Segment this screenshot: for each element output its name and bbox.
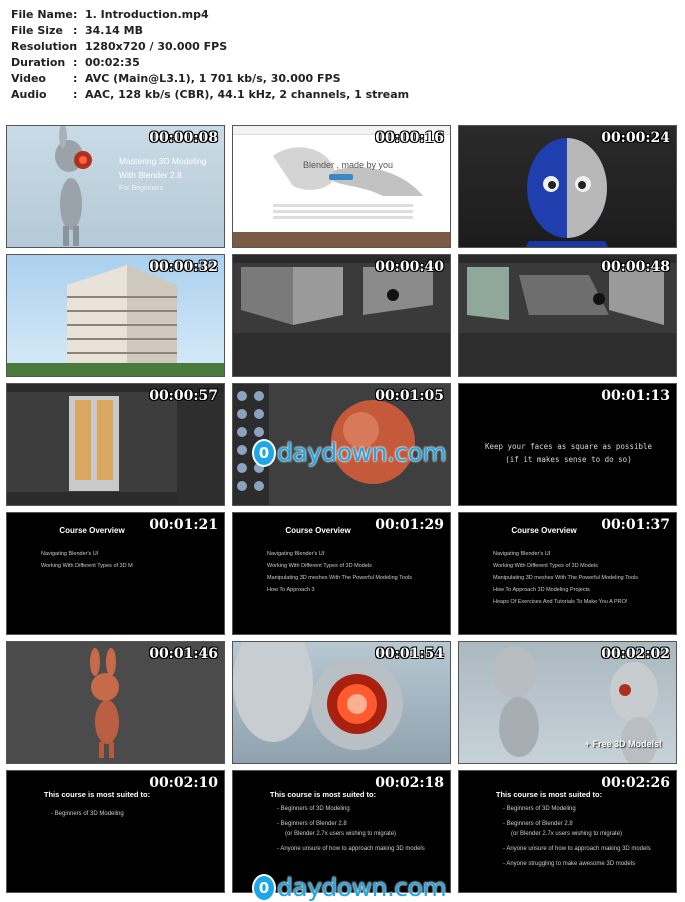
- slide-item: How To Approach 3D Modeling Projects: [493, 587, 590, 593]
- info-value: 1280x720 / 30.000 FPS: [85, 40, 228, 53]
- info-value: 00:02:35: [85, 56, 140, 69]
- slide-item: Navigating Blender's UI: [493, 551, 551, 557]
- thumbnail[interactable]: This course is most suited to: - Beginne…: [458, 770, 677, 893]
- free-models-caption: + Free 3D Models!: [584, 739, 662, 749]
- thumbnail[interactable]: 00:00:40: [232, 254, 451, 377]
- thumbnail[interactable]: 00:01:46: [6, 641, 225, 764]
- info-label: Resolution: [11, 40, 78, 53]
- timestamp: 00:01:05: [375, 388, 444, 404]
- thumbnail[interactable]: This course is most suited to: - Beginne…: [6, 770, 225, 893]
- timestamp: 00:01:21: [149, 517, 218, 533]
- slide-item: How To Approach 3: [267, 587, 315, 593]
- hero-text: Blender , made by you: [303, 160, 394, 170]
- timestamp: 00:02:10: [149, 775, 218, 791]
- video-subtitle: For Beginners: [119, 185, 163, 192]
- timestamp: 00:02:18: [375, 775, 444, 791]
- info-label: Audio: [11, 88, 47, 101]
- timestamp: 00:00:48: [601, 259, 670, 275]
- timestamp: 00:00:32: [149, 259, 218, 275]
- info-label: File Size: [11, 24, 63, 37]
- watermark-coin-icon: 0: [254, 875, 274, 900]
- watermark-text: daydown.com: [277, 873, 447, 902]
- slide-item: - Beginners of 3D Modeling: [277, 806, 350, 812]
- timestamp: 00:00:40: [375, 259, 444, 275]
- slide-item: Manipulating 3D meshes With The Powerful…: [267, 575, 413, 581]
- info-value: AVC (Main@L3.1), 1 701 kb/s, 30.000 FPS: [85, 72, 341, 85]
- slide-item: (or Blender 2.7x users wishing to migrat…: [511, 831, 623, 837]
- watermark: 0 daydown.com: [254, 438, 447, 467]
- info-label: File Name: [11, 8, 73, 21]
- tip-line: (if it makes sense to do so): [505, 455, 632, 464]
- timestamp: 00:01:46: [149, 646, 218, 662]
- slide-item: - Beginners of 3D Modeling: [51, 811, 124, 817]
- thumbnail[interactable]: 00:00:57: [6, 383, 225, 506]
- thumbnail[interactable]: Keep your faces as square as possible (i…: [458, 383, 677, 506]
- thumbnail[interactable]: Course Overview Navigating Blender's UI …: [458, 512, 677, 635]
- watermark-text: daydown.com: [277, 438, 447, 467]
- timestamp: 00:00:57: [149, 388, 218, 404]
- info-row-audio: Audio: AAC, 128 kb/s (CBR), 44.1 kHz, 2 c…: [11, 88, 410, 101]
- info-row-duration: Duration:00:02:35: [11, 56, 140, 69]
- slide-item: Working With Different Types of 3D M: [41, 563, 133, 569]
- thumbnail[interactable]: 00:00:48: [458, 254, 677, 377]
- slide-heading: This course is most suited to:: [43, 790, 151, 799]
- timestamp: 00:01:54: [375, 646, 444, 662]
- slide-item: Navigating Blender's UI: [41, 551, 99, 557]
- slide-item: Working With Different Types of 3D Model…: [267, 563, 372, 569]
- thumbnail[interactable]: Course Overview Navigating Blender's UI …: [6, 512, 225, 635]
- info-row-file-size: File Size:34.14 MB: [11, 24, 143, 37]
- slide-item: - Beginners of 3D Modeling: [503, 806, 576, 812]
- watermark: 0 daydown.com: [254, 873, 447, 902]
- info-row-resolution: Resolution:1280x720 / 30.000 FPS: [11, 40, 228, 53]
- slide-heading: This course is most suited to:: [495, 790, 603, 799]
- timestamp: 00:01:37: [601, 517, 670, 533]
- thumbnail[interactable]: Course Overview Navigating Blender's UI …: [232, 512, 451, 635]
- slide-item: - Beginners of Blender 2.8: [503, 821, 573, 827]
- timestamp: 00:02:26: [601, 775, 670, 791]
- thumbnail[interactable]: 00:00:32: [6, 254, 225, 377]
- timestamp: 00:00:08: [149, 130, 218, 146]
- info-row-video: Video: AVC (Main@L3.1), 1 701 kb/s, 30.00…: [11, 72, 341, 85]
- slide-item: - Beginners of Blender 2.8: [277, 821, 347, 827]
- video-title: Mastering 3D Modeling: [119, 156, 207, 166]
- info-value: AAC, 128 kb/s (CBR), 44.1 kHz, 2 channel…: [85, 88, 410, 101]
- slide-item: (or Blender 2.7x users wishing to migrat…: [285, 831, 397, 837]
- timestamp: 00:00:24: [601, 130, 670, 146]
- video-title-line2: With Blender 2.8: [119, 170, 182, 180]
- timestamp: 00:01:13: [601, 388, 670, 404]
- slide-heading: This course is most suited to:: [269, 790, 377, 799]
- slide-item: Navigating Blender's UI: [267, 551, 325, 557]
- info-label: Duration: [11, 56, 66, 69]
- tip-line: Keep your faces as square as possible: [484, 442, 653, 451]
- timestamp: 00:00:16: [375, 130, 444, 146]
- timestamp: 00:01:29: [375, 517, 444, 533]
- thumbnail[interactable]: Mastering 3D Modeling With Blender 2.8 F…: [6, 125, 225, 248]
- slide-item: - Anyone unsure of how to approach makin…: [503, 846, 651, 852]
- slide-item: - Anyone struggling to make awesome 3D m…: [503, 861, 636, 867]
- slide-item: Heaps Of Exercises And Tutorials To Make…: [493, 599, 628, 605]
- info-label: Video: [11, 72, 46, 85]
- slide-item: Manipulating 3D meshes With The Powerful…: [493, 575, 639, 581]
- timestamp: 00:02:02: [601, 646, 670, 662]
- slide-item: - Anyone unsure of how to approach makin…: [277, 846, 425, 852]
- thumbnail[interactable]: + Free 3D Models! 00:02:02: [458, 641, 677, 764]
- watermark-coin-icon: 0: [254, 440, 274, 465]
- info-value: 34.14 MB: [85, 24, 143, 37]
- file-info: File Name:1. Introduction.mp4 File Size:…: [11, 7, 409, 103]
- slide-item: Working With Different Types of 3D Model…: [493, 563, 598, 569]
- thumbnail[interactable]: 00:00:24: [458, 125, 677, 248]
- thumbnail[interactable]: 00:01:54: [232, 641, 451, 764]
- info-value: 1. Introduction.mp4: [85, 8, 209, 21]
- info-row-file-name: File Name:1. Introduction.mp4: [11, 8, 209, 21]
- thumbnail[interactable]: Blender , made by you 00:00:16: [232, 125, 451, 248]
